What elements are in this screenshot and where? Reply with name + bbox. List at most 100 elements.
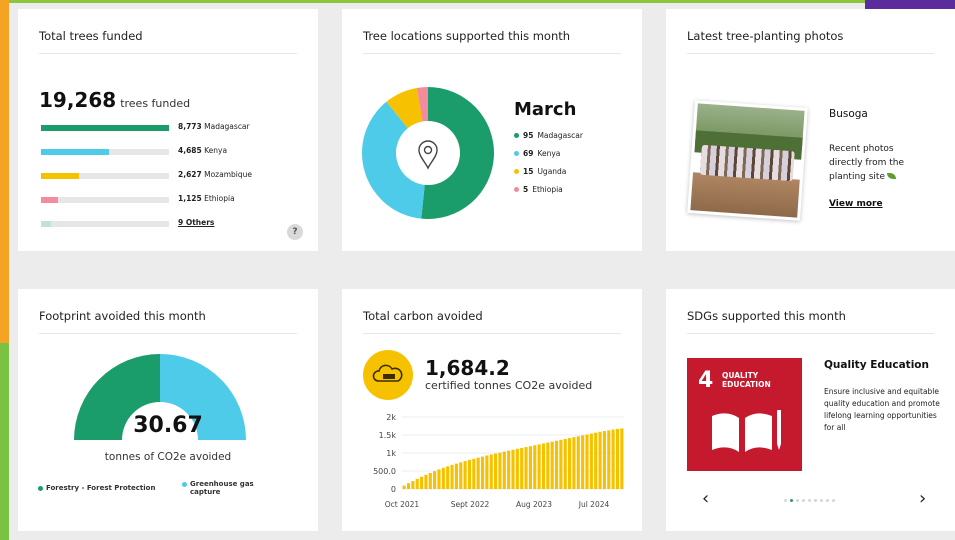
chart-bar[interactable] bbox=[615, 428, 620, 489]
bar-fill bbox=[41, 125, 169, 131]
carousel-dot[interactable] bbox=[808, 499, 811, 502]
top-accent-stripe bbox=[0, 0, 955, 3]
question-icon[interactable]: ? bbox=[287, 224, 303, 240]
chart-bar[interactable] bbox=[428, 472, 432, 489]
chart-bar[interactable] bbox=[568, 438, 572, 489]
chart-bar[interactable] bbox=[537, 444, 541, 489]
carousel-dot[interactable] bbox=[784, 499, 787, 502]
chevron-right-icon[interactable]: › bbox=[919, 488, 926, 509]
chart-bar[interactable] bbox=[472, 458, 476, 489]
bar-track bbox=[41, 149, 169, 155]
chart-bar[interactable] bbox=[415, 478, 419, 489]
chart-bar[interactable] bbox=[494, 453, 498, 489]
x-tick-label: Sept 2022 bbox=[451, 500, 490, 509]
legend-item-forestry: Forestry - Forest Protection bbox=[38, 484, 155, 492]
bar-label: 1,125 Ethiopia bbox=[178, 194, 235, 203]
carousel-dot[interactable] bbox=[820, 499, 823, 502]
chart-bar[interactable] bbox=[594, 432, 598, 489]
chart-bar[interactable] bbox=[433, 471, 437, 489]
tree-locations-card: Tree locations supported this month Marc… bbox=[342, 9, 642, 251]
sdg-title: Quality Education bbox=[824, 359, 929, 371]
y-tick-label: 2k bbox=[386, 413, 396, 422]
carousel-dot[interactable] bbox=[814, 499, 817, 502]
chart-bar[interactable] bbox=[533, 445, 537, 489]
bar-track bbox=[41, 221, 169, 227]
trees-bar-row: 8,773 Madagascar bbox=[41, 122, 281, 134]
bar-label[interactable]: 9 Others bbox=[178, 218, 214, 227]
legend-item-kenya: 69 Kenya bbox=[514, 149, 560, 158]
chart-bar[interactable] bbox=[611, 429, 615, 489]
chart-bar[interactable] bbox=[572, 437, 576, 489]
x-tick-label: Oct 2021 bbox=[385, 500, 420, 509]
x-tick-label: Jul 2024 bbox=[578, 500, 610, 509]
bar-fill bbox=[41, 149, 109, 155]
chart-bar[interactable] bbox=[585, 434, 589, 489]
chart-bar[interactable] bbox=[489, 454, 493, 489]
chart-bar[interactable] bbox=[446, 466, 450, 489]
carousel-dot[interactable] bbox=[790, 499, 793, 502]
chart-bar[interactable] bbox=[581, 435, 585, 489]
chevron-left-icon[interactable]: ‹ bbox=[702, 488, 709, 509]
carousel-pagination bbox=[784, 499, 835, 502]
y-tick-label: 1k bbox=[386, 449, 396, 458]
chart-bar[interactable] bbox=[524, 447, 528, 489]
chart-bar[interactable] bbox=[554, 440, 559, 489]
chart-bar[interactable] bbox=[502, 451, 506, 489]
chart-bar[interactable] bbox=[528, 446, 532, 489]
carousel-dot[interactable] bbox=[826, 499, 829, 502]
chart-bar[interactable] bbox=[498, 452, 502, 489]
chart-bar[interactable] bbox=[559, 439, 563, 489]
chart-bar[interactable] bbox=[420, 476, 424, 489]
footprint-value: 30.67 bbox=[133, 413, 203, 438]
trees-total-value: 19,268 bbox=[39, 88, 117, 112]
sdg-description: Ensure inclusive and equitable quality e… bbox=[824, 387, 940, 432]
chart-bar[interactable] bbox=[411, 481, 415, 489]
chart-bar[interactable] bbox=[454, 463, 458, 489]
chart-bar[interactable] bbox=[607, 430, 611, 489]
chart-bar[interactable] bbox=[463, 461, 467, 489]
chart-bar[interactable] bbox=[550, 441, 554, 489]
chart-bar[interactable] bbox=[576, 436, 580, 489]
sdg-tile[interactable]: 4 QUALITY EDUCATION bbox=[687, 358, 802, 471]
chart-bar[interactable] bbox=[485, 455, 489, 489]
chart-bar[interactable] bbox=[441, 467, 445, 489]
card-title: Total trees funded bbox=[39, 29, 143, 43]
chart-bar[interactable] bbox=[467, 459, 472, 489]
chart-bar[interactable] bbox=[480, 456, 485, 489]
chart-bar[interactable] bbox=[507, 450, 511, 489]
chart-bar[interactable] bbox=[476, 457, 480, 489]
view-more-link[interactable]: View more bbox=[829, 199, 883, 209]
book-pencil-icon bbox=[712, 410, 781, 452]
chart-bar[interactable] bbox=[459, 462, 463, 489]
chart-bar[interactable] bbox=[620, 428, 624, 489]
card-title: Footprint avoided this month bbox=[39, 309, 206, 323]
divider bbox=[363, 53, 621, 54]
trees-bar-row: 4,685 Kenya bbox=[41, 146, 281, 158]
chart-bar[interactable] bbox=[450, 464, 454, 489]
chart-bar[interactable] bbox=[511, 449, 515, 489]
footprint-unit: tonnes of CO2e avoided bbox=[104, 451, 232, 463]
carousel-dot[interactable] bbox=[802, 499, 805, 502]
left-accent-stripe-green bbox=[0, 343, 9, 540]
chart-bar[interactable] bbox=[541, 443, 546, 489]
chart-bar[interactable] bbox=[406, 483, 411, 489]
chart-bar[interactable] bbox=[437, 469, 441, 489]
carbon-bar-chart: 0 500.0 1k 1.5k 2k Oct 2021 Sept 2022 Aug 2023 J… bbox=[373, 413, 624, 509]
carousel-dot[interactable] bbox=[796, 499, 799, 502]
chart-bar[interactable] bbox=[602, 431, 606, 489]
left-accent-stripe-orange bbox=[0, 0, 9, 343]
planting-photo[interactable] bbox=[687, 100, 808, 221]
chart-bar[interactable] bbox=[520, 447, 524, 489]
chart-bar[interactable] bbox=[598, 431, 602, 489]
card-title: SDGs supported this month bbox=[687, 309, 846, 323]
chart-bar[interactable] bbox=[546, 442, 550, 489]
trees-total-suffix: trees funded bbox=[120, 97, 191, 110]
chart-bar[interactable] bbox=[563, 438, 567, 489]
chart-bar[interactable] bbox=[402, 485, 406, 489]
card-title: Latest tree-planting photos bbox=[687, 29, 844, 43]
trees-funded-card: Total trees funded 19,268 trees funded 8… bbox=[18, 9, 318, 251]
chart-bar[interactable] bbox=[589, 433, 593, 489]
chart-bar[interactable] bbox=[424, 474, 428, 489]
carousel-dot[interactable] bbox=[832, 499, 835, 502]
chart-bar[interactable] bbox=[515, 448, 519, 489]
